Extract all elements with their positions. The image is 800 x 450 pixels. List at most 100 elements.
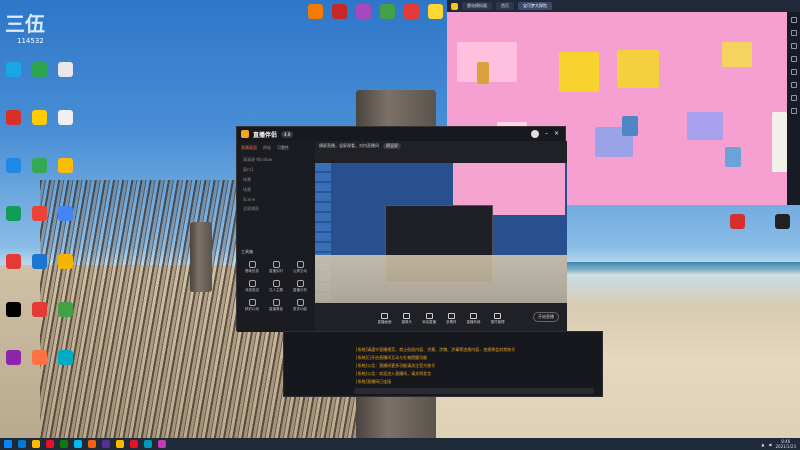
tool-item[interactable]: 达人主题 — [265, 280, 287, 293]
tool-grid: 基础信息 直播实时 公屏互动消息推送 达人主题 直播分析精彩片段 直播看板 更多功能 — [241, 261, 311, 312]
control-button[interactable]: 直播布局 — [467, 313, 481, 325]
game-crate — [559, 52, 599, 92]
control-button[interactable]: 直播画面 — [378, 313, 392, 325]
desktop-shortcut-icon[interactable] — [32, 62, 47, 77]
emulator-sidebar — [787, 12, 800, 205]
desktop-shortcut-icon[interactable] — [775, 214, 790, 229]
tool-icon — [272, 261, 280, 268]
control-button[interactable]: 摄像头 — [402, 313, 412, 325]
clock-date[interactable]: 2021/1/23 — [775, 444, 796, 449]
close-icon[interactable]: × — [554, 130, 559, 138]
taskbar-app-icon[interactable] — [46, 440, 54, 448]
avatar[interactable] — [530, 130, 539, 138]
control-bar: 直播画面 摄像头 添加直播 多素材 直播布局 插件管理 — [315, 306, 567, 332]
desktop-shortcut-icon[interactable] — [6, 158, 21, 173]
desktop-shortcut-icon[interactable] — [32, 254, 47, 269]
minimize-icon[interactable]: – — [545, 130, 548, 138]
desktop-shortcut-icon[interactable] — [58, 110, 73, 125]
desktop-shortcut-icon[interactable] — [428, 4, 443, 19]
control-icon — [425, 313, 433, 319]
tool-icon — [248, 280, 256, 287]
volume-icon[interactable] — [790, 43, 797, 49]
taskbar-app-icon[interactable] — [130, 440, 138, 448]
desktop-shortcut-icon[interactable] — [58, 350, 73, 365]
tool-item[interactable]: 直播实时 — [265, 261, 287, 274]
desktop-shortcut-icon[interactable] — [58, 158, 73, 173]
taskbar-app-icon[interactable] — [74, 440, 82, 448]
desktop-shortcut-icon[interactable] — [6, 254, 21, 269]
desktop-shortcut-icon[interactable] — [380, 4, 395, 19]
start-icon[interactable] — [4, 440, 12, 448]
stream-app-window: 直播伴侣 4.0 – × 直播画面 评论 可靠性 高清源 Window 窗口1 场景… — [236, 126, 567, 332]
desktop-shortcut-icon[interactable] — [356, 4, 371, 19]
emulator-tab-home[interactable]: 首页 — [496, 2, 514, 10]
rotate-icon[interactable] — [790, 69, 797, 75]
desktop-shortcut-icon[interactable] — [58, 206, 73, 221]
emulator-tab-app[interactable]: 雷电模拟器 — [462, 2, 492, 10]
nav-reliability[interactable]: 可靠性 — [277, 145, 289, 151]
tool-item[interactable]: 更多功能 — [289, 299, 311, 312]
shake-icon[interactable] — [790, 82, 797, 88]
desktop-shortcut-icon[interactable] — [6, 350, 21, 365]
taskbar-app-icon[interactable] — [18, 440, 26, 448]
stream-preview[interactable] — [315, 163, 567, 303]
tool-item[interactable]: 直播看板 — [265, 299, 287, 312]
desktop-shortcut-icon[interactable] — [6, 206, 21, 221]
scene-item[interactable]: 场景 — [237, 185, 315, 195]
control-button[interactable]: 多素材 — [446, 313, 457, 325]
keyboard-icon[interactable] — [790, 17, 797, 23]
desktop-shortcut-icon[interactable] — [32, 158, 47, 173]
desktop-shortcut-icon[interactable] — [32, 350, 47, 365]
desktop-shortcut-icon[interactable] — [32, 302, 47, 317]
scene-item[interactable]: 全屏捕获 — [237, 204, 315, 214]
nav-comment[interactable]: 评论 — [263, 145, 271, 151]
chat-input[interactable] — [354, 388, 594, 394]
control-button[interactable]: 插件管理 — [491, 313, 505, 325]
more-icon[interactable] — [790, 108, 797, 114]
scene-item[interactable]: 场景 — [237, 175, 315, 185]
desktop-shortcut-icon[interactable] — [32, 110, 47, 125]
taskbar-app-icon[interactable] — [144, 440, 152, 448]
desktop-shortcut-icon[interactable] — [6, 110, 21, 125]
taskbar-app-icon[interactable] — [116, 440, 124, 448]
taskbar-app-icon[interactable] — [102, 440, 110, 448]
tool-item[interactable]: 公屏互动 — [289, 261, 311, 274]
taskbar-app-icon[interactable] — [88, 440, 96, 448]
scene-item[interactable]: Scene — [237, 195, 315, 204]
desktop-shortcut-icon[interactable] — [6, 62, 21, 77]
sidebar-nav: 直播画面 评论 可靠性 — [237, 141, 315, 155]
desktop-shortcut-icon[interactable] — [730, 214, 745, 229]
desktop-shortcut-icon[interactable] — [332, 4, 347, 19]
tool-item[interactable]: 基础信息 — [241, 261, 263, 274]
tool-item[interactable]: 精彩片段 — [241, 299, 263, 312]
tool-item[interactable]: 直播分析 — [289, 280, 311, 293]
desktop-shortcut-icon[interactable] — [58, 302, 73, 317]
control-label: 插件管理 — [490, 320, 505, 324]
tool-icon — [272, 299, 280, 306]
desktop-shortcut-icon[interactable] — [6, 302, 21, 317]
live-info-bar: 横屏直播，竖屏观看，对内直播间 横竖屏 — [315, 141, 567, 151]
scene-item[interactable]: 高清源 Window — [237, 155, 315, 165]
chat-message: [系统]请遵守直播规范，禁止低俗内容、涉黄、涉赌、涉毒等违规内容，违规将会封禁账… — [356, 347, 516, 352]
control-button[interactable]: 添加直播 — [422, 313, 436, 325]
settings-icon[interactable] — [790, 95, 797, 101]
taskbar-app-icon[interactable] — [32, 440, 40, 448]
taskbar-app-icon[interactable] — [60, 440, 68, 448]
desktop-shortcut-icon[interactable] — [58, 62, 73, 77]
fullscreen-icon[interactable] — [790, 30, 797, 36]
emulator-tab-game[interactable]: 宝可梦大探险 — [518, 2, 552, 10]
nav-scene[interactable]: 直播画面 — [241, 145, 257, 151]
desktop-shortcut-icon[interactable] — [404, 4, 419, 19]
desktop-shortcut-icon[interactable] — [58, 254, 73, 269]
volume-icon[interactable]: ◀ — [768, 442, 771, 447]
desktop-shortcut-icon[interactable] — [308, 4, 323, 19]
taskbar-app-icon[interactable] — [158, 440, 166, 448]
go-live-button[interactable]: 开始直播 — [533, 312, 559, 322]
network-icon[interactable]: ▲ — [761, 442, 764, 447]
tool-item[interactable]: 消息推送 — [241, 280, 263, 293]
desktop-shortcut-icon[interactable] — [32, 206, 47, 221]
screenshot-icon[interactable] — [790, 56, 797, 62]
control-label: 直播画面 — [377, 320, 392, 324]
scene-item[interactable]: 窗口1 — [237, 165, 315, 175]
live-info-badge[interactable]: 横竖屏 — [383, 143, 401, 149]
